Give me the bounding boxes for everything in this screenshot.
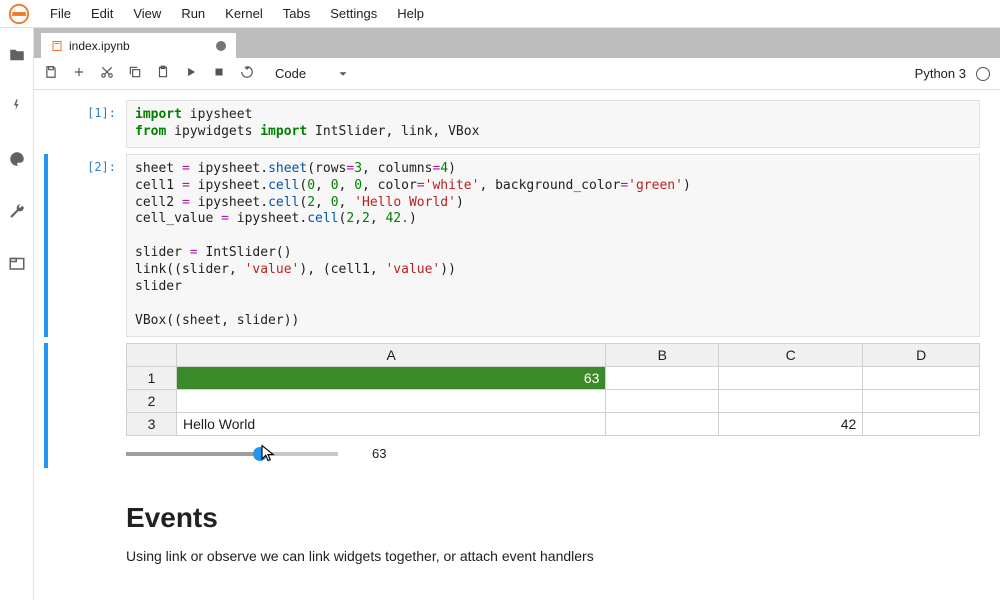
cell-a2[interactable]	[177, 389, 606, 412]
paste-button[interactable]	[156, 65, 170, 82]
col-header-d[interactable]: D	[863, 343, 980, 366]
code-input[interactable]: import ipysheet from ipywidgets import I…	[126, 100, 980, 148]
sheet-corner	[127, 343, 177, 366]
cell-d3[interactable]	[863, 412, 980, 435]
wrench-icon[interactable]	[8, 202, 26, 220]
stop-button[interactable]	[212, 65, 226, 82]
menu-run[interactable]: Run	[171, 2, 215, 25]
cell-b1[interactable]	[606, 366, 719, 389]
menu-help[interactable]: Help	[387, 2, 434, 25]
tab-bar: index.ipynb	[34, 28, 1000, 58]
restart-button[interactable]	[240, 65, 254, 82]
cell-c2[interactable]	[719, 389, 863, 412]
save-button[interactable]	[44, 65, 58, 82]
cell-c1[interactable]	[719, 366, 863, 389]
menu-edit[interactable]: Edit	[81, 2, 123, 25]
slider-value: 63	[372, 446, 386, 461]
notebook-area: [1]: import ipysheet from ipywidgets imp…	[34, 90, 1000, 600]
output-cell-2: A B C D 1 63 2	[44, 343, 980, 468]
menu-settings[interactable]: Settings	[320, 2, 387, 25]
kernel-name[interactable]: Python 3	[915, 66, 966, 81]
celltype-label: Code	[275, 66, 306, 81]
menu-file[interactable]: File	[40, 2, 81, 25]
palette-icon[interactable]	[8, 150, 26, 168]
prompt: [1]:	[48, 100, 126, 148]
kernel-status-icon	[976, 67, 990, 81]
code-cell-1[interactable]: [1]: import ipysheet from ipywidgets imp…	[44, 100, 980, 148]
dirty-indicator-icon	[216, 41, 226, 51]
menu-tabs[interactable]: Tabs	[273, 2, 320, 25]
cell-c3[interactable]: 42	[719, 412, 863, 435]
row-header-3[interactable]: 3	[127, 412, 177, 435]
celltype-select[interactable]: Code	[268, 65, 357, 82]
int-slider[interactable]: 63	[126, 440, 980, 468]
activity-bar	[0, 28, 34, 600]
cell-b3[interactable]	[606, 412, 719, 435]
slider-thumb[interactable]	[253, 447, 267, 461]
events-heading: Events	[126, 502, 980, 534]
ipysheet-table[interactable]: A B C D 1 63 2	[126, 343, 980, 436]
row-header-1[interactable]: 1	[127, 366, 177, 389]
notebook-icon	[51, 40, 63, 52]
col-header-a[interactable]: A	[177, 343, 606, 366]
tab-index-ipynb[interactable]: index.ipynb	[40, 32, 237, 58]
cell-d1[interactable]	[863, 366, 980, 389]
col-header-c[interactable]: C	[719, 343, 863, 366]
slider-track[interactable]	[126, 452, 338, 456]
cell-a3[interactable]: Hello World	[177, 412, 606, 435]
slider-fill	[126, 452, 260, 456]
tab-label: index.ipynb	[69, 39, 130, 53]
markdown-cell-events[interactable]: Events Using link or observe we can link…	[44, 474, 980, 564]
run-button[interactable]	[184, 65, 198, 82]
cell-b2[interactable]	[606, 389, 719, 412]
copy-button[interactable]	[128, 65, 142, 82]
chevron-down-icon	[336, 67, 350, 81]
code-cell-2[interactable]: [2]: sheet = ipysheet.sheet(rows=3, colu…	[44, 154, 980, 337]
events-paragraph: Using link or observe we can link widget…	[126, 548, 980, 564]
folder-icon[interactable]	[8, 46, 26, 64]
col-header-b[interactable]: B	[606, 343, 719, 366]
menu-view[interactable]: View	[123, 2, 171, 25]
cut-button[interactable]	[100, 65, 114, 82]
notebook-toolbar: Code Python 3	[34, 58, 1000, 90]
row-header-2[interactable]: 2	[127, 389, 177, 412]
running-icon[interactable]	[8, 98, 26, 116]
code-input[interactable]: sheet = ipysheet.sheet(rows=3, columns=4…	[126, 154, 980, 337]
jupyter-logo-icon	[8, 3, 30, 25]
insert-cell-button[interactable]	[72, 65, 86, 82]
tabs-icon[interactable]	[8, 254, 26, 272]
menu-kernel[interactable]: Kernel	[215, 2, 273, 25]
cell-d2[interactable]	[863, 389, 980, 412]
menu-bar: File Edit View Run Kernel Tabs Settings …	[0, 0, 1000, 28]
prompt: [2]:	[48, 154, 126, 337]
cell-a1[interactable]: 63	[177, 366, 606, 389]
